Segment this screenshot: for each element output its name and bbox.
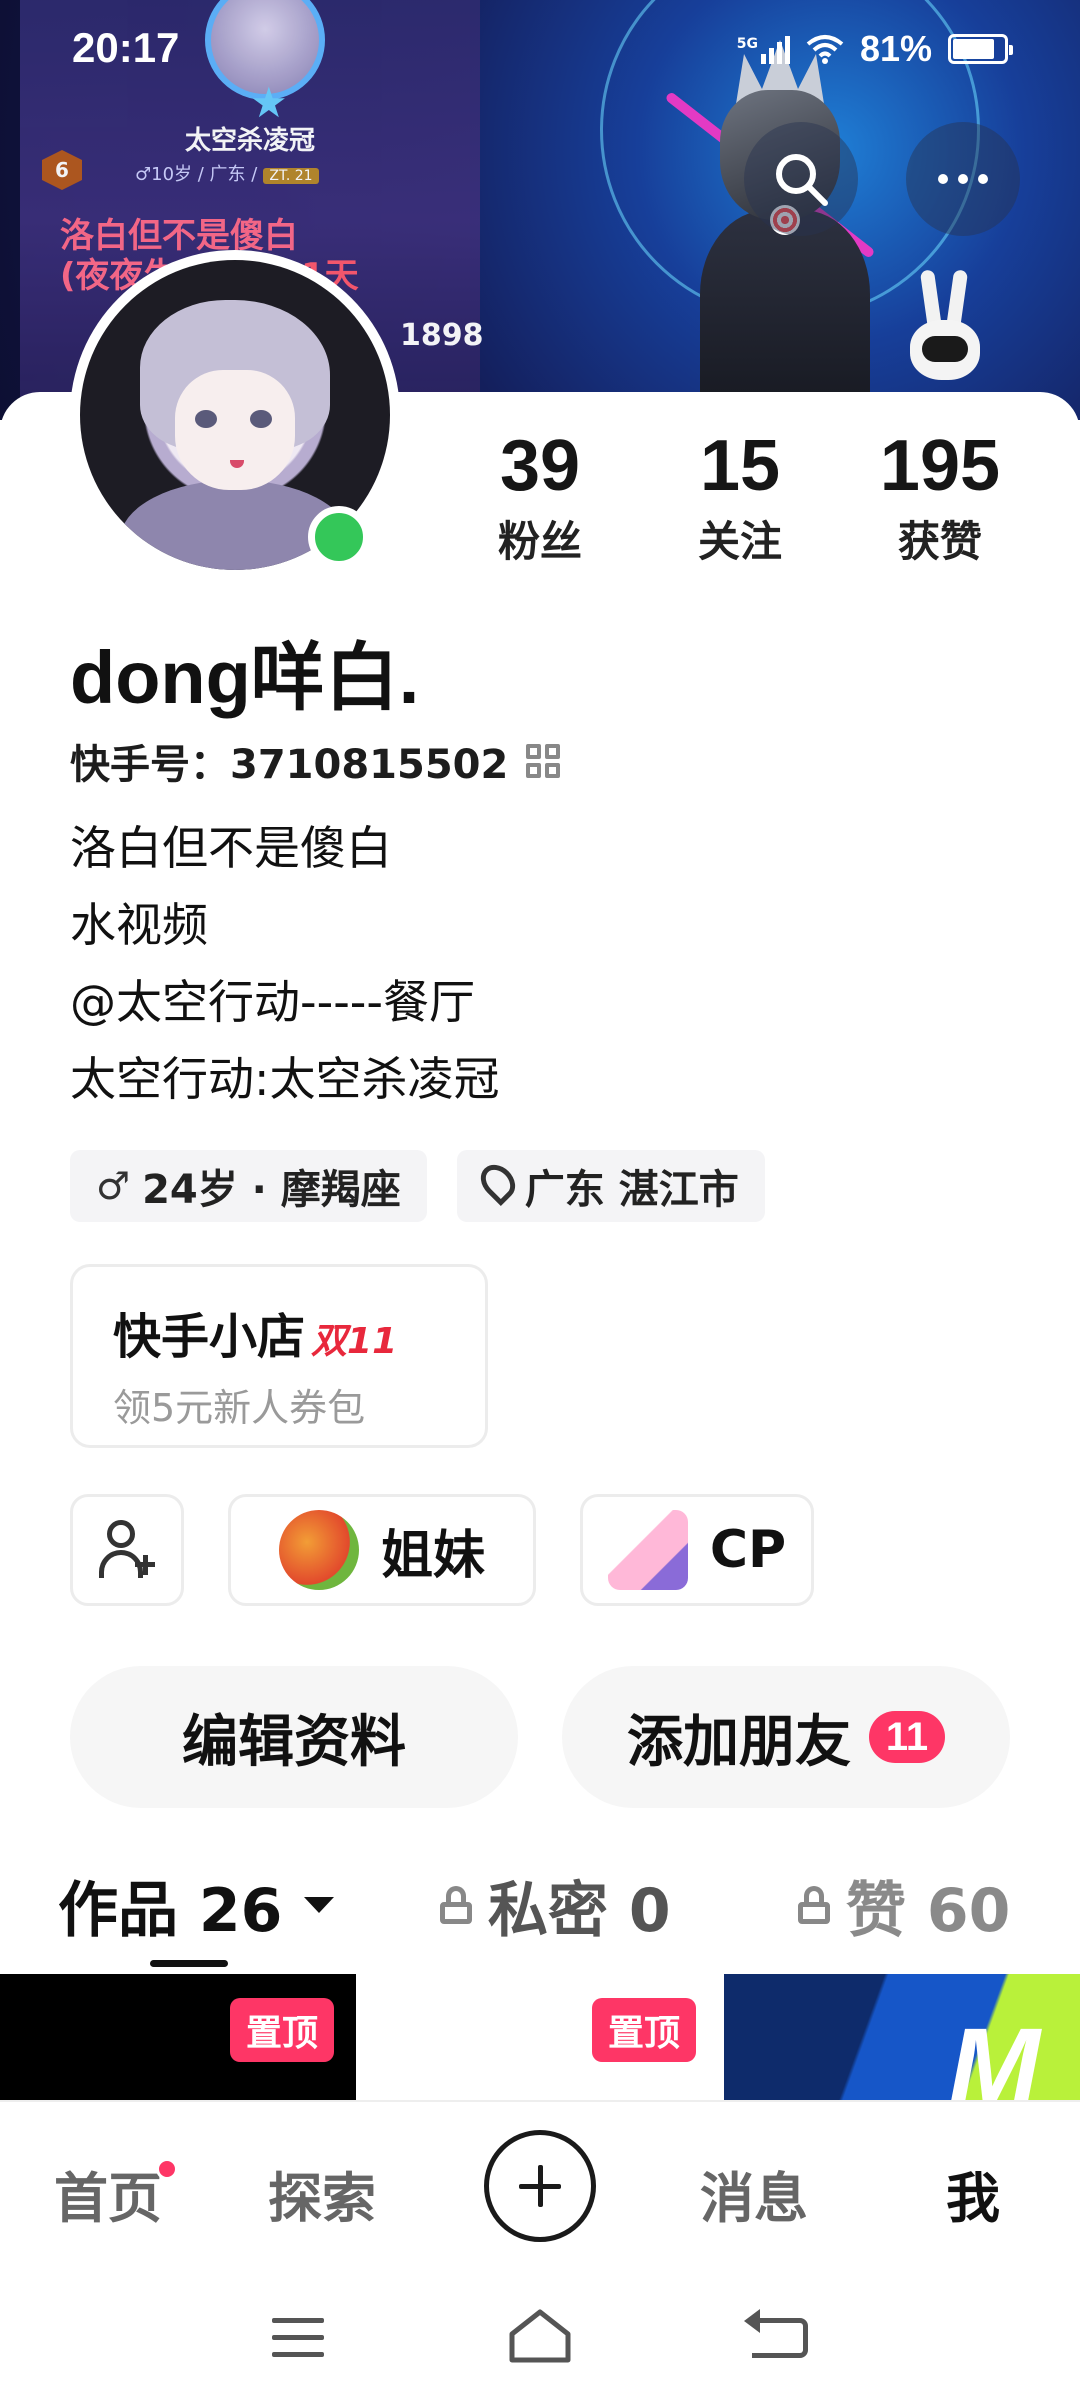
cp-avatar — [607, 1510, 688, 1590]
bottom-nav: 首页 探索 消息 我 — [0, 2100, 1080, 2270]
lock-icon — [440, 1886, 472, 1924]
relation-buttons: 姐妹 CP — [70, 1494, 814, 1606]
lock-icon — [798, 1886, 830, 1924]
bunny-mascot — [910, 269, 980, 390]
system-nav-bar — [0, 2270, 1080, 2400]
content-tabs: 作品 26 私密 0 赞 60 — [0, 1860, 1080, 1970]
stat-followers[interactable]: 39 粉丝 — [440, 426, 640, 569]
location-icon — [473, 1157, 522, 1207]
shop-subtitle: 领5元新人券包 — [113, 1386, 366, 1430]
nav-me[interactable]: 我 — [946, 2154, 1000, 2233]
battery-percent: 81% — [859, 28, 932, 69]
more-button[interactable] — [906, 122, 1020, 236]
kuaishou-id-label: 快手号：3710815502 — [70, 742, 509, 788]
search-icon — [776, 154, 828, 206]
video-thumbnail[interactable]: 置顶 — [0, 1974, 356, 2100]
game-card-tag: ZT. 21 — [263, 168, 319, 184]
followers-count: 39 — [499, 426, 581, 506]
shop-title: 快手小店 双11 — [113, 1309, 398, 1365]
bio-line: 洛白但不是傻白 — [70, 821, 392, 875]
nav-messages[interactable]: 消息 — [700, 2154, 808, 2233]
bio-line: 太空行动:太空杀凌冠 — [70, 1052, 500, 1106]
status-time: 20:17 — [72, 24, 180, 71]
sisters-button[interactable]: 姐妹 — [228, 1494, 536, 1606]
bio: 洛白但不是傻白 水视频 @太空行动-----餐厅 太空行动:太空杀凌冠 — [70, 810, 500, 1118]
sisters-label: 姐妹 — [380, 1525, 485, 1586]
cp-label: CP — [709, 1520, 787, 1580]
add-friends-button[interactable]: 添加朋友 11 — [562, 1666, 1010, 1808]
video-thumbnail[interactable]: 置顶 — [362, 1974, 718, 2100]
kuaishou-id-row[interactable]: 快手号：3710815502 — [70, 732, 561, 790]
add-friends-count-badge: 11 — [869, 1711, 945, 1763]
nav-home[interactable]: 首页 — [54, 2154, 178, 2233]
tab-likes[interactable]: 赞 60 — [798, 1860, 1010, 1950]
network-label: 5G — [736, 36, 758, 52]
shop-badge: 双11 — [311, 1321, 398, 1362]
bio-line[interactable]: @太空行动-----餐厅 — [70, 964, 500, 1041]
pinned-tag: 置顶 — [229, 1998, 334, 2062]
wifi-icon — [806, 35, 844, 64]
qr-code-icon[interactable] — [526, 744, 561, 778]
battery-icon — [948, 34, 1013, 64]
stat-following[interactable]: 15 关注 — [640, 426, 840, 569]
caret-down-icon — [304, 1897, 335, 1913]
profile-action-buttons: 编辑资料 添加朋友 11 — [70, 1666, 1010, 1808]
nickname: dong咩白. — [70, 636, 420, 719]
add-relation-button[interactable] — [70, 1494, 184, 1606]
home-icon[interactable] — [508, 2308, 572, 2364]
signal-icon: 5G — [737, 34, 790, 64]
thumbnail-letter: M — [948, 2006, 1040, 2100]
age-zodiac-text: 24岁 · 摩羯座 — [142, 1167, 401, 1213]
cp-button[interactable]: CP — [580, 1494, 814, 1606]
profile-stats: 39 粉丝 15 关注 195 获赞 — [440, 426, 1040, 569]
age-zodiac-chip: ♂ 24岁 · 摩羯座 — [70, 1150, 427, 1222]
recent-apps-icon[interactable] — [272, 2318, 324, 2358]
search-button[interactable] — [744, 122, 858, 236]
sisters-avatar — [278, 1510, 359, 1590]
following-label: 关注 — [697, 517, 782, 566]
notification-dot — [156, 2158, 178, 2180]
location-text: 广东 湛江市 — [524, 1167, 739, 1213]
likes-count: 195 — [879, 426, 1001, 506]
tab-works[interactable]: 作品 26 — [58, 1860, 335, 1950]
pinned-tag: 置顶 — [591, 1998, 696, 2062]
tab-underline — [150, 1960, 228, 1967]
create-button[interactable] — [484, 2130, 596, 2242]
followers-label: 粉丝 — [497, 517, 582, 566]
male-icon: ♂ — [96, 1164, 131, 1208]
location-chip: 广东 湛江市 — [456, 1150, 765, 1222]
profile-chips: ♂ 24岁 · 摩羯座 广东 湛江市 — [70, 1150, 765, 1222]
add-friends-label: 添加朋友 — [627, 1709, 851, 1775]
following-count: 15 — [699, 426, 781, 506]
edit-profile-button[interactable]: 编辑资料 — [70, 1666, 518, 1808]
nav-explore[interactable]: 探索 — [268, 2154, 376, 2233]
video-thumbnail[interactable]: M — [724, 1974, 1080, 2100]
mascot-body — [700, 210, 870, 420]
game-card-meta-text: ♂10岁 / 广东 / — [135, 164, 258, 185]
stat-likes[interactable]: 195 获赞 — [840, 426, 1040, 569]
add-user-icon — [99, 1520, 155, 1580]
online-status-dot — [308, 506, 370, 568]
video-grid: 置顶 置顶 M — [0, 1974, 1080, 2100]
back-icon[interactable] — [744, 2309, 808, 2358]
bio-line: 水视频 — [70, 898, 208, 952]
avatar[interactable] — [70, 250, 400, 580]
game-card-number: 1898 — [400, 318, 484, 353]
status-icons: 5G 81% — [737, 28, 1013, 70]
likes-label: 获赞 — [897, 517, 982, 566]
shop-card[interactable]: 快手小店 双11 领5元新人券包 — [70, 1264, 488, 1448]
battery-fill — [953, 39, 994, 59]
tab-private[interactable]: 私密 0 — [440, 1860, 671, 1950]
more-dots-icon — [938, 174, 988, 184]
game-card-name: 太空杀凌冠 — [184, 126, 315, 156]
game-card-meta: ♂10岁 / 广东 / ZT. 21 — [135, 160, 319, 186]
status-bar: 20:17 5G 81% — [0, 0, 1080, 100]
